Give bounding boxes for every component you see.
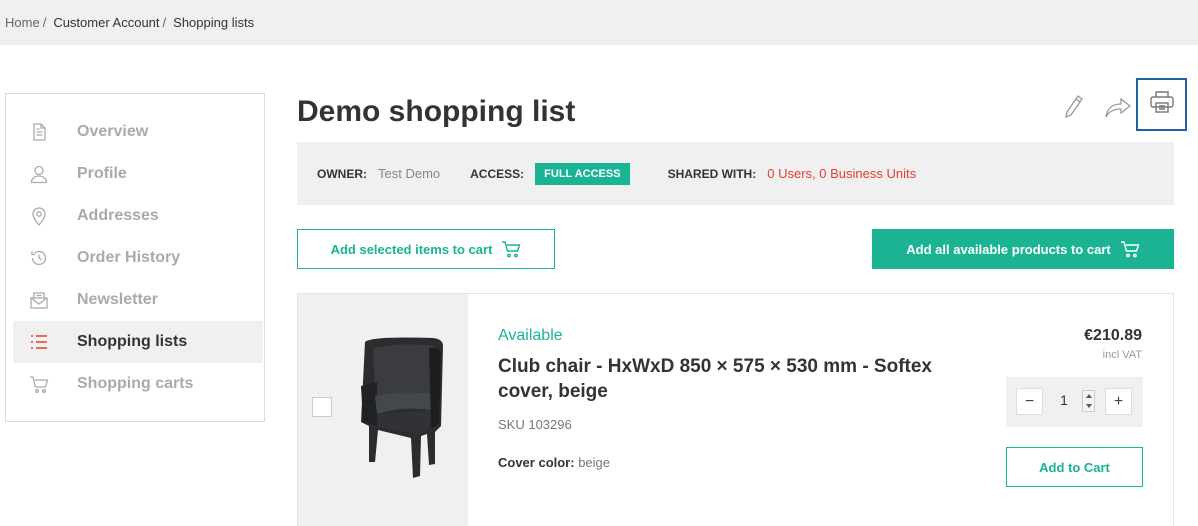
newsletter-icon [28,289,50,311]
sidebar-item-label: Addresses [77,207,159,224]
sidebar-item-label: Order History [77,249,181,266]
owner-value: Test Demo [378,166,441,181]
sidebar-item-newsletter[interactable]: Newsletter [6,279,264,321]
breadcrumb: Home / Customer Account / Shopping lists [0,0,1198,45]
list-info-bar: OWNER: Test Demo ACCESS: FULL ACCESS SHA… [297,142,1174,205]
quantity-stepper: − 1 + [1006,377,1143,427]
cart-icon [28,373,50,395]
print-button[interactable] [1136,78,1187,131]
vat-note: incl VAT [1102,349,1142,361]
shopping-list-item: Available Club chair - HxWxD 850 × 575 ×… [297,293,1174,526]
sidebar-item-label: Overview [77,123,149,140]
product-name[interactable]: Club chair - HxWxD 850 × 575 × 530 mm - … [498,354,968,404]
quantity-input[interactable]: 1 [1054,392,1074,408]
breadcrumb-separator: / [42,15,47,30]
add-all-label: Add all available products to cart [906,241,1111,257]
item-select-checkbox[interactable] [312,397,332,417]
sidebar-item-label: Profile [77,165,127,182]
sidebar-item-order-history[interactable]: Order History [6,237,264,279]
access-badge: FULL ACCESS [535,162,630,185]
product-image-area [298,294,468,526]
sidebar-item-shopping-carts[interactable]: Shopping carts [6,363,264,405]
pencil-icon[interactable] [1060,93,1088,121]
product-price: €210.89 [1084,327,1142,344]
add-selected-label: Add selected items to cart [330,241,493,257]
account-sidebar: Overview Profile Addresses Order History… [5,93,265,422]
breadcrumb-shopping-lists: Shopping lists [173,15,255,30]
product-attribute: Cover color: beige [498,455,610,470]
breadcrumb-home[interactable]: Home [5,15,40,30]
printer-icon [1149,90,1175,119]
shared-with-label: SHARED WITH: [667,166,757,181]
history-icon [28,247,50,269]
access-label: ACCESS: [470,166,525,181]
list-icon [28,331,50,353]
cart-icon [502,241,521,258]
add-all-to-cart-button[interactable]: Add all available products to cart [872,229,1174,269]
user-icon [28,163,50,185]
sidebar-item-addresses[interactable]: Addresses [6,195,264,237]
document-icon [28,121,50,143]
quantity-increase-button[interactable]: + [1105,388,1132,415]
attribute-value: beige [578,455,611,470]
product-image[interactable] [343,334,453,484]
sidebar-item-overview[interactable]: Overview [6,111,264,153]
cart-icon [1120,241,1140,258]
add-selected-to-cart-button[interactable]: Add selected items to cart [297,229,555,269]
page-title: Demo shopping list [297,95,576,128]
sidebar-item-shopping-lists[interactable]: Shopping lists [13,321,263,363]
product-sku: SKU 103296 [498,417,572,432]
quantity-spinner[interactable] [1082,390,1095,412]
share-icon[interactable] [1103,94,1133,122]
breadcrumb-customer-account[interactable]: Customer Account [53,15,159,30]
add-to-cart-button[interactable]: Add to Cart [1006,447,1143,487]
availability-status: Available [498,327,563,344]
attribute-label: Cover color: [498,455,575,470]
owner-label: OWNER: [317,166,367,181]
shared-with-value[interactable]: 0 Users, 0 Business Units [767,166,916,181]
sidebar-item-label: Shopping carts [77,375,194,392]
quantity-decrease-button[interactable]: − [1016,388,1043,415]
sidebar-item-label: Newsletter [77,291,158,308]
sidebar-item-profile[interactable]: Profile [6,153,264,195]
location-pin-icon [28,205,50,227]
sidebar-item-label: Shopping lists [77,333,188,350]
breadcrumb-separator: / [162,15,167,30]
